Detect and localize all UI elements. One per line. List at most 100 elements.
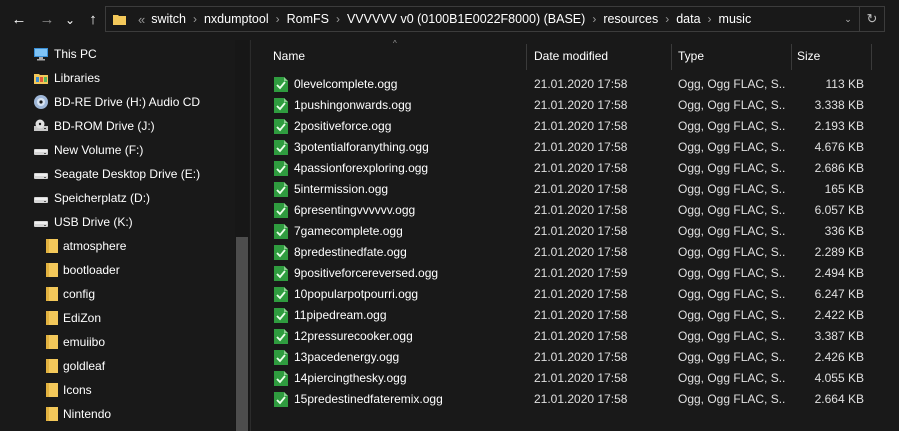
list-item[interactable]: 2positiveforce.ogg 21.01.2020 17:58 Ogg, O…	[266, 116, 874, 137]
pane-divider[interactable]	[250, 40, 251, 431]
file-size: 113 KB	[825, 77, 864, 91]
navigation-pane: This PC Libraries BD-RE Drive (H:) Audio C…	[0, 40, 250, 431]
sidebar-item[interactable]: This PC	[0, 42, 234, 66]
breadcrumb-separator-icon[interactable]: ›	[193, 12, 197, 26]
sidebar-item-label: USB Drive (K:)	[54, 215, 133, 229]
file-date: 21.01.2020 17:58	[534, 392, 628, 406]
sidebar-item-label: config	[63, 287, 96, 301]
file-size: 2.494 KB	[814, 266, 864, 280]
back-button[interactable]: ←	[8, 8, 30, 32]
list-item[interactable]: 1pushingonwards.ogg 21.01.2020 17:58 Ogg, …	[266, 95, 874, 116]
file-name: 12pressurecooker.ogg	[294, 329, 413, 343]
file-size: 6.247 KB	[814, 287, 864, 301]
list-item[interactable]: 15predestinedfateremix.ogg 21.01.2020 17:…	[266, 389, 874, 410]
list-item[interactable]: 0levelcomplete.ogg 21.01.2020 17:58 Ogg, O…	[266, 74, 874, 95]
breadcrumb-segment[interactable]: VVVVVV v0 (0100B1E0022F8000) (BASE)	[347, 12, 585, 26]
file-name: 5intermission.ogg	[294, 182, 389, 196]
list-item[interactable]: 7gamecomplete.ogg 21.01.2020 17:58 Ogg, Og…	[266, 221, 874, 242]
arrow-up-icon: ↑	[89, 11, 97, 28]
breadcrumb-separator-icon[interactable]: ›	[592, 12, 596, 26]
breadcrumb-segment[interactable]: data	[676, 12, 700, 26]
chevron-down-icon: ⌄	[844, 14, 852, 24]
breadcrumb-segment[interactable]: music	[719, 12, 752, 26]
breadcrumb-segment[interactable]: nxdumptool	[204, 12, 269, 26]
refresh-button[interactable]: ↻	[859, 7, 884, 31]
drive-icon	[33, 142, 49, 158]
column-separator[interactable]	[871, 44, 872, 70]
list-item[interactable]: 3potentialforanything.ogg 21.01.2020 17:5…	[266, 137, 874, 158]
list-item[interactable]: 11pipedream.ogg 21.01.2020 17:58 Ogg, Ogg …	[266, 305, 874, 326]
sidebar-item-label: BD-RE Drive (H:) Audio CD	[54, 95, 201, 109]
column-separator[interactable]	[791, 44, 792, 70]
file-type: Ogg, Ogg FLAC, S...	[678, 119, 786, 133]
breadcrumb-separator-icon[interactable]: ›	[276, 12, 280, 26]
column-separator[interactable]	[671, 44, 672, 70]
column-header-name[interactable]: Name	[273, 42, 523, 70]
folder-icon	[44, 382, 60, 398]
list-item[interactable]: 12pressurecooker.ogg 21.01.2020 17:58 Ogg,…	[266, 326, 874, 347]
sidebar-item[interactable]: New Volume (F:)	[0, 138, 234, 162]
forward-button[interactable]: →	[36, 8, 58, 32]
drive-icon	[33, 166, 49, 182]
audio-file-icon	[274, 329, 288, 344]
address-dropdown-button[interactable]: ⌄	[838, 7, 858, 31]
file-name: 0levelcomplete.ogg	[294, 77, 398, 91]
folder-icon	[44, 406, 60, 422]
list-item[interactable]: 5intermission.ogg 21.01.2020 17:58 Ogg, Og…	[266, 179, 874, 200]
file-type: Ogg, Ogg FLAC, S...	[678, 224, 786, 238]
sidebar-item[interactable]: Nintendo	[0, 402, 234, 426]
breadcrumb-separator-icon[interactable]: ›	[708, 12, 712, 26]
folder-icon	[44, 238, 60, 254]
file-type: Ogg, Ogg FLAC, S...	[678, 350, 786, 364]
file-size: 4.055 KB	[814, 371, 864, 385]
sidebar-item[interactable]: Speicherplatz (D:)	[0, 186, 234, 210]
file-size: 2.422 KB	[814, 308, 864, 322]
sidebar-item[interactable]: bootloader	[0, 258, 234, 282]
nav-scrollbar-thumb[interactable]	[236, 237, 248, 431]
sidebar-item[interactable]: atmosphere	[0, 234, 234, 258]
breadcrumb-segment[interactable]: switch	[151, 12, 186, 26]
list-item[interactable]: 13pacedenergy.ogg 21.01.2020 17:58 Ogg, Og…	[266, 347, 874, 368]
sidebar-item[interactable]: BD-ROM Drive (J:)	[0, 114, 234, 138]
column-header-type[interactable]: Type	[678, 42, 788, 70]
list-item[interactable]: 6presentingvvvvvv.ogg 21.01.2020 17:58 Ogg…	[266, 200, 874, 221]
overflow-chevron-icon[interactable]: «	[138, 12, 145, 27]
address-bar[interactable]: « switch › nxdumptool › RomFS › VVVVVV v0 (010…	[105, 6, 885, 32]
refresh-icon: ↻	[866, 11, 878, 26]
recent-locations-button[interactable]: ⌄	[62, 8, 78, 32]
breadcrumb-segment[interactable]: resources	[603, 12, 658, 26]
list-item[interactable]: 14piercingthesky.ogg 21.01.2020 17:58 Ogg,…	[266, 368, 874, 389]
sidebar-item[interactable]: USB Drive (K:)	[0, 210, 234, 234]
sidebar-item[interactable]: Icons	[0, 378, 234, 402]
column-header-date[interactable]: Date modified	[534, 42, 670, 70]
sidebar-item-label: BD-ROM Drive (J:)	[54, 119, 155, 133]
file-name: 3potentialforanything.ogg	[294, 140, 429, 154]
column-separator[interactable]	[526, 44, 527, 70]
list-item[interactable]: 9positiveforcereversed.ogg 21.01.2020 17:…	[266, 263, 874, 284]
sidebar-item-label: EdiZon	[63, 311, 102, 325]
address-toolbar: ← → ⌄ ↑ « switch › nxdumptool › RomFS › VVVVVV…	[0, 0, 899, 40]
sidebar-item[interactable]: BD-RE Drive (H:) Audio CD	[0, 90, 234, 114]
file-name: 9positiveforcereversed.ogg	[294, 266, 439, 280]
file-list-scrollbar[interactable]	[883, 40, 899, 431]
up-button[interactable]: ↑	[82, 8, 104, 32]
list-item[interactable]: 8predestinedfate.ogg 21.01.2020 17:58 Ogg,…	[266, 242, 874, 263]
sidebar-item[interactable]: Libraries	[0, 66, 234, 90]
folder-icon	[44, 334, 60, 350]
file-size: 6.057 KB	[814, 203, 864, 217]
sidebar-item-label: New Volume (F:)	[54, 143, 144, 157]
column-header-size[interactable]: Size	[797, 42, 867, 70]
list-item[interactable]: 4passionforexploring.ogg 21.01.2020 17:58…	[266, 158, 874, 179]
sidebar-item[interactable]: emuiibo	[0, 330, 234, 354]
sidebar-item[interactable]: EdiZon	[0, 306, 234, 330]
sidebar-item[interactable]: goldleaf	[0, 354, 234, 378]
breadcrumb-separator-icon[interactable]: ›	[665, 12, 669, 26]
file-size: 3.387 KB	[814, 329, 864, 343]
breadcrumb-separator-icon[interactable]: ›	[336, 12, 340, 26]
sidebar-item[interactable]: Seagate Desktop Drive (E:)	[0, 162, 234, 186]
list-item[interactable]: 10popularpotpourri.ogg 21.01.2020 17:58 Og…	[266, 284, 874, 305]
file-date: 21.01.2020 17:58	[534, 308, 628, 322]
file-size: 2.426 KB	[814, 350, 864, 364]
sidebar-item[interactable]: config	[0, 282, 234, 306]
breadcrumb-segment[interactable]: RomFS	[287, 12, 329, 26]
